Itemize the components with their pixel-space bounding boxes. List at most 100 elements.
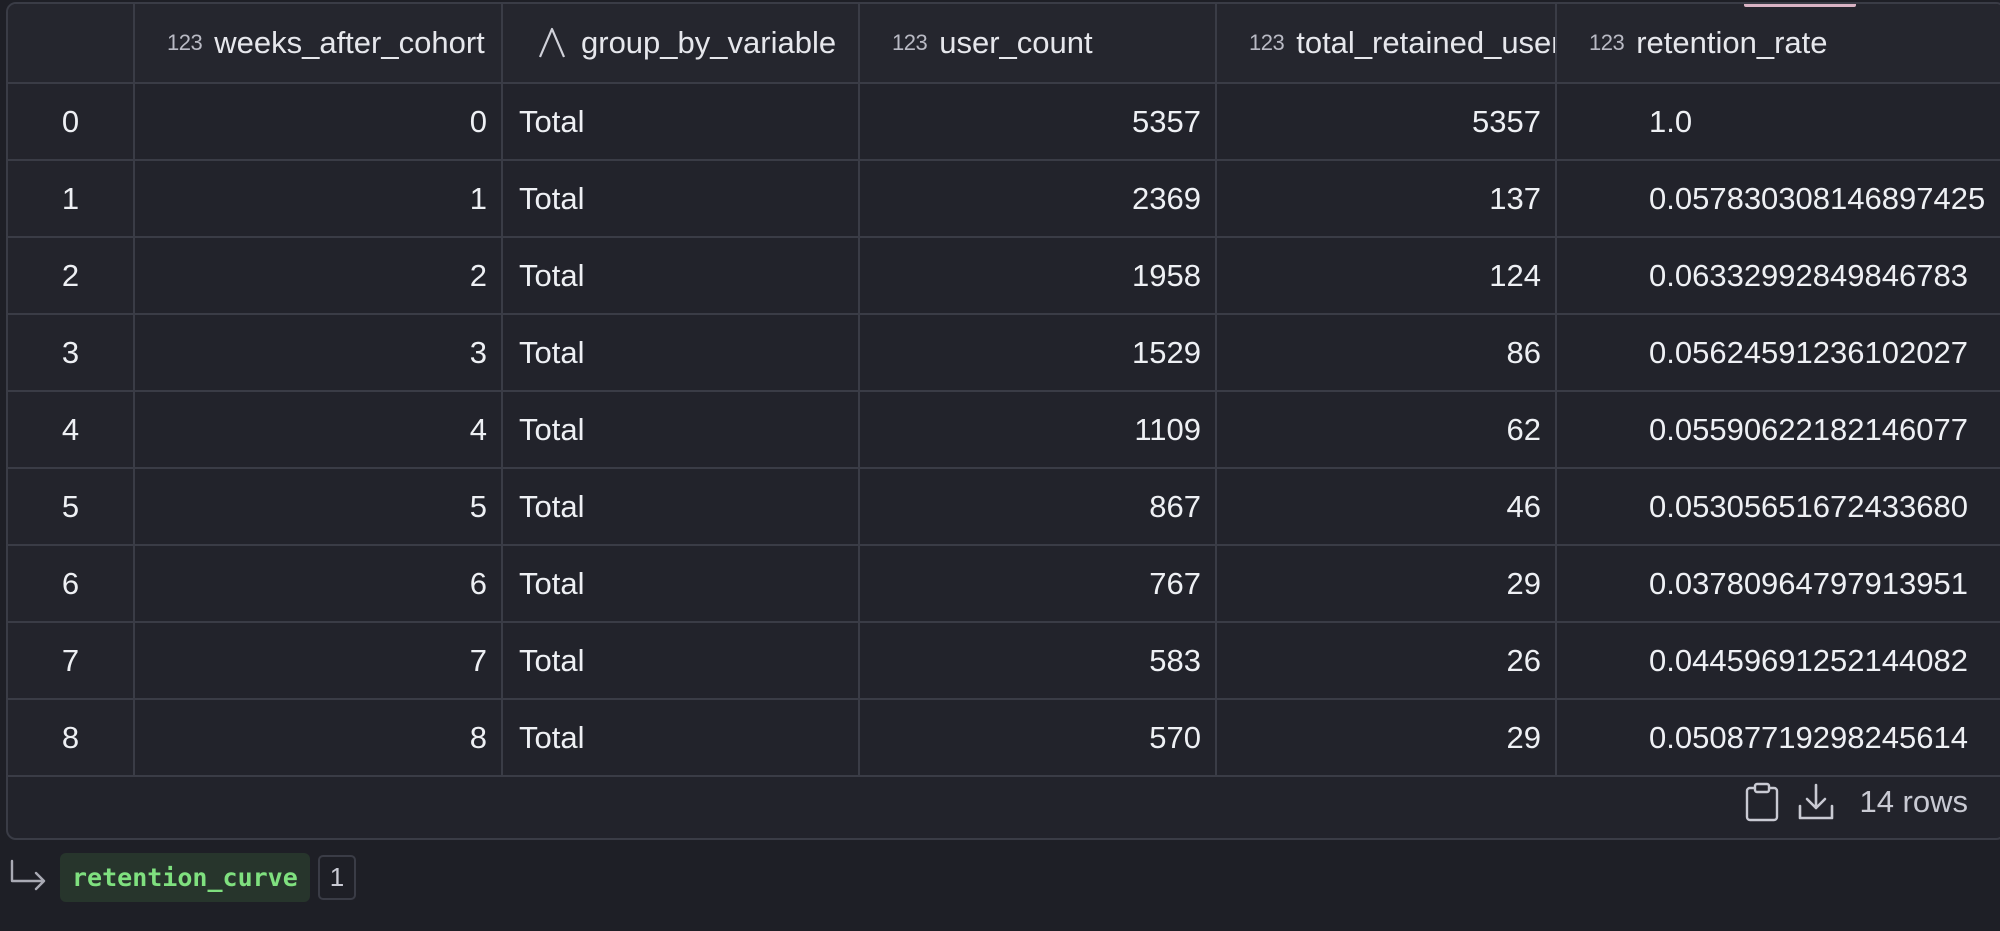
row-index-cell[interactable]: 0 xyxy=(8,83,135,161)
retention-rate-cell[interactable]: 0.04459691252144082 xyxy=(1556,622,2000,700)
column-header-total-retained[interactable]: 123 total_retained_users xyxy=(1216,4,1557,84)
user-count-cell[interactable]: 767 xyxy=(859,545,1217,623)
total-retained-cell[interactable]: 62 xyxy=(1216,391,1557,469)
dataframe-panel: 123 weeks_after_cohort group_by_variable… xyxy=(6,2,2000,840)
retention-rate-cell[interactable]: 0.057830308146897425 xyxy=(1556,160,2000,238)
group-cell[interactable]: Total xyxy=(502,160,860,238)
column-header-label: total_retained_users xyxy=(1296,25,1555,60)
table-row: 1 1 Total 2369 137 0.057830308146897425 xyxy=(8,160,2000,238)
column-header-label: user_count xyxy=(939,25,1093,60)
total-retained-cell[interactable]: 29 xyxy=(1216,545,1557,623)
column-header-weeks[interactable]: 123 weeks_after_cohort xyxy=(134,4,503,84)
row-index-cell[interactable]: 5 xyxy=(8,468,135,546)
retention-rate-value: 1.0 xyxy=(1649,103,1693,139)
row-index-cell[interactable]: 7 xyxy=(8,622,135,700)
output-lineage: retention_curve 1 xyxy=(8,852,357,902)
table-row: 3 3 Total 1529 86 0.05624591236102027 xyxy=(8,314,2000,392)
numeric-type-icon: 123 xyxy=(1589,30,1625,55)
retention-rate-cell[interactable]: 0.05087719298245614 xyxy=(1556,699,2000,777)
group-cell[interactable]: Total xyxy=(502,314,860,392)
text-type-icon xyxy=(538,27,566,58)
total-retained-cell[interactable]: 124 xyxy=(1216,237,1557,315)
group-cell[interactable]: Total xyxy=(502,391,860,469)
total-retained-cell[interactable]: 29 xyxy=(1216,699,1557,777)
total-retained-cell[interactable]: 5357 xyxy=(1216,83,1557,161)
weeks-cell[interactable]: 8 xyxy=(134,699,503,777)
retention-rate-cell[interactable]: 0.03780964797913951 xyxy=(1556,545,2000,623)
group-cell[interactable]: Total xyxy=(502,468,860,546)
retention-rate-cell[interactable]: 0.06332992849846783 xyxy=(1556,237,2000,315)
user-count-cell[interactable]: 867 xyxy=(859,468,1217,546)
column-header-label: group_by_variable xyxy=(581,25,837,60)
return-arrow-icon xyxy=(10,859,46,891)
table-row: 0 0 Total 5357 5357 1.0 xyxy=(8,83,2000,161)
column-header-user-count[interactable]: 123 user_count xyxy=(859,4,1217,84)
table-row: 6 6 Total 767 29 0.03780964797913951 xyxy=(8,545,2000,623)
weeks-cell[interactable]: 0 xyxy=(134,83,503,161)
column-header-group[interactable]: group_by_variable xyxy=(502,4,860,84)
total-retained-cell[interactable]: 86 xyxy=(1216,314,1557,392)
user-count-cell[interactable]: 2369 xyxy=(859,160,1217,238)
retention-rate-cell[interactable]: 0.05590622182146077 xyxy=(1556,391,2000,469)
row-index-cell[interactable]: 2 xyxy=(8,237,135,315)
weeks-cell[interactable]: 4 xyxy=(134,391,503,469)
weeks-cell[interactable]: 6 xyxy=(134,545,503,623)
row-count-label: 14 rows xyxy=(1859,784,1968,819)
weeks-cell[interactable]: 2 xyxy=(134,237,503,315)
retention-rate-value: 0.05305651672433680 xyxy=(1649,488,1968,524)
retention-rate-cell[interactable]: 0.05624591236102027 xyxy=(1556,314,2000,392)
group-cell[interactable]: Total xyxy=(502,622,860,700)
retention-rate-value: 0.05590622182146077 xyxy=(1649,411,1968,447)
weeks-cell[interactable]: 7 xyxy=(134,622,503,700)
column-header-retention-rate[interactable]: 123 retention_rate xyxy=(1556,4,2000,84)
user-count-cell[interactable]: 1958 xyxy=(859,237,1217,315)
table-row: 8 8 Total 570 29 0.05087719298245614 xyxy=(8,699,2000,777)
numeric-type-icon: 123 xyxy=(167,30,203,55)
numeric-type-icon: 123 xyxy=(892,30,928,55)
retention-rate-value: 0.057830308146897425 xyxy=(1649,180,1986,216)
index-header xyxy=(8,4,135,84)
table-row: 4 4 Total 1109 62 0.05590622182146077 xyxy=(8,391,2000,469)
row-index-cell[interactable]: 4 xyxy=(8,391,135,469)
retention-rate-cell[interactable]: 1.0 xyxy=(1556,83,2000,161)
row-index-cell[interactable]: 1 xyxy=(8,160,135,238)
user-count-cell[interactable]: 1529 xyxy=(859,314,1217,392)
header-row: 123 weeks_after_cohort group_by_variable… xyxy=(8,4,2000,84)
row-index-cell[interactable]: 8 xyxy=(8,699,135,777)
group-cell[interactable]: Total xyxy=(502,699,860,777)
retention-rate-value: 0.05624591236102027 xyxy=(1649,334,1968,370)
group-cell[interactable]: Total xyxy=(502,237,860,315)
results-table: 123 weeks_after_cohort group_by_variable… xyxy=(8,4,2000,777)
total-retained-cell[interactable]: 46 xyxy=(1216,468,1557,546)
retention-rate-cell[interactable]: 0.05305651672433680 xyxy=(1556,468,2000,546)
retention-rate-value: 0.03780964797913951 xyxy=(1649,565,1968,601)
weeks-cell[interactable]: 3 xyxy=(134,314,503,392)
user-count-cell[interactable]: 1109 xyxy=(859,391,1217,469)
group-cell[interactable]: Total xyxy=(502,83,860,161)
table-row: 5 5 Total 867 46 0.05305651672433680 xyxy=(8,468,2000,546)
table-row: 2 2 Total 1958 124 0.06332992849846783 xyxy=(8,237,2000,315)
total-retained-cell[interactable]: 26 xyxy=(1216,622,1557,700)
clipboard-icon[interactable] xyxy=(1743,782,1781,822)
total-retained-cell[interactable]: 137 xyxy=(1216,160,1557,238)
weeks-cell[interactable]: 5 xyxy=(134,468,503,546)
row-index-cell[interactable]: 6 xyxy=(8,545,135,623)
table-footer: 14 rows xyxy=(8,766,2000,838)
dataframe-name-chip[interactable]: retention_curve xyxy=(60,852,310,902)
retention-rate-value: 0.05087719298245614 xyxy=(1649,719,1968,755)
retention-rate-value: 0.06332992849846783 xyxy=(1649,257,1968,293)
weeks-cell[interactable]: 1 xyxy=(134,160,503,238)
column-header-label: retention_rate xyxy=(1636,25,1828,60)
user-count-cell[interactable]: 570 xyxy=(859,699,1217,777)
row-index-cell[interactable]: 3 xyxy=(8,314,135,392)
retention-rate-value: 0.04459691252144082 xyxy=(1649,642,1968,678)
selection-accent xyxy=(1744,4,1856,7)
table-row: 7 7 Total 583 26 0.04459691252144082 xyxy=(8,622,2000,700)
download-icon[interactable] xyxy=(1797,782,1835,822)
group-cell[interactable]: Total xyxy=(502,545,860,623)
numeric-type-icon: 123 xyxy=(1249,30,1285,55)
dataframe-count-badge: 1 xyxy=(317,854,357,900)
user-count-cell[interactable]: 5357 xyxy=(859,83,1217,161)
user-count-cell[interactable]: 583 xyxy=(859,622,1217,700)
column-header-label: weeks_after_cohort xyxy=(214,25,485,60)
